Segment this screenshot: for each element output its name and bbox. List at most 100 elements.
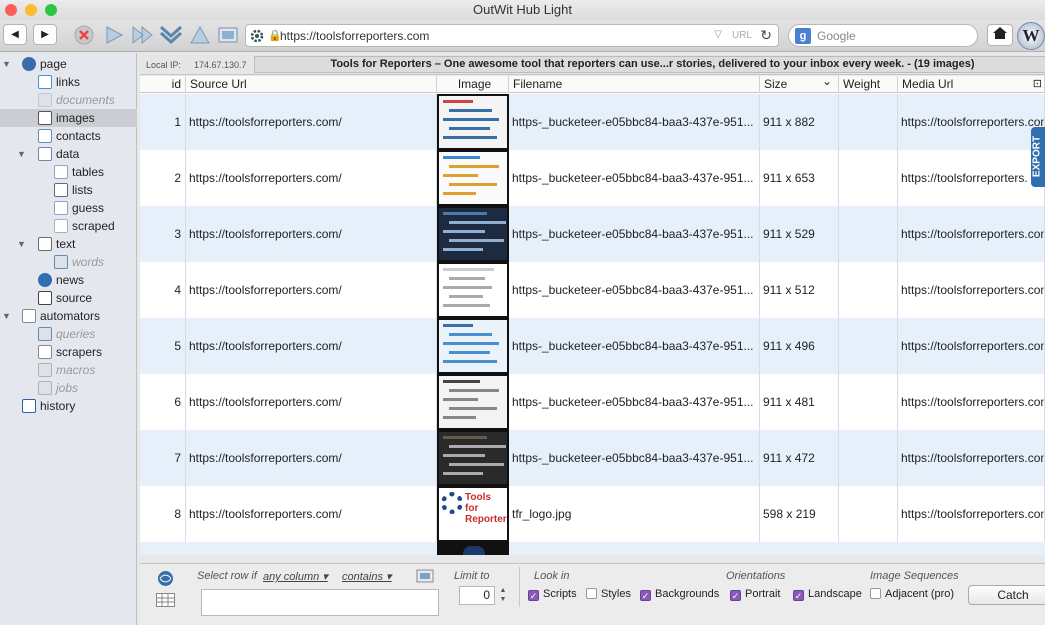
cell-weight — [839, 430, 898, 486]
catch-button[interactable]: Catch — [968, 585, 1045, 605]
google-icon[interactable]: g — [795, 28, 811, 44]
disclosure-triangle-icon[interactable]: ▼ — [17, 235, 26, 253]
back-button[interactable]: ◀ — [3, 24, 27, 45]
image-thumbnail[interactable] — [437, 542, 509, 555]
sidebar-item-automators[interactable]: ▼ automators — [0, 307, 137, 325]
sidebar-item-scrapers[interactable]: scrapers — [0, 343, 137, 361]
column-picker-icon[interactable]: ⊡ — [1033, 76, 1042, 93]
sidebar-item-text[interactable]: ▼ text — [0, 235, 137, 253]
url-dropdown-icon[interactable]: ▽ — [714, 29, 722, 40]
sidebar-item-images[interactable]: images — [0, 109, 137, 127]
checkbox-label: Portrait — [745, 588, 781, 600]
table-row[interactable]: 8 https://toolsforreporters.com/Tools for… — [140, 486, 1045, 542]
disclosure-triangle-icon[interactable]: ▼ — [2, 55, 11, 73]
checkbox-label: Landscape — [808, 588, 862, 600]
sidebar-item-tables[interactable]: tables — [0, 163, 137, 181]
table-row[interactable]: 2 https://toolsforreporters.com/https-_bu… — [140, 150, 1045, 206]
sidebar-item-history[interactable]: history — [0, 397, 137, 415]
zoom-window-button[interactable] — [45, 4, 57, 16]
image-thumbnail[interactable] — [437, 94, 509, 150]
image-thumbnail[interactable] — [437, 150, 509, 206]
stop-icon[interactable] — [74, 25, 94, 45]
fast-forward-icon[interactable] — [131, 25, 155, 45]
header-col-weight[interactable]: Weight — [839, 76, 898, 93]
sidebar-item-guess[interactable]: guess — [0, 199, 137, 217]
table-row[interactable]: 5 https://toolsforreporters.com/https-_bu… — [140, 318, 1045, 374]
sidebar-item-news[interactable]: news — [0, 271, 137, 289]
image-thumbnail[interactable] — [437, 206, 509, 262]
local-ip-label: Local IP: — [146, 60, 182, 70]
image-thumbnail[interactable] — [437, 262, 509, 318]
sidebar-item-contacts[interactable]: contacts — [0, 127, 137, 145]
play-icon[interactable] — [104, 25, 124, 45]
up-icon[interactable] — [189, 25, 211, 45]
gear-icon[interactable] — [250, 29, 264, 43]
table-row[interactable]: 1 https://toolsforreporters.com/https-_bu… — [140, 94, 1045, 150]
close-window-button[interactable] — [5, 4, 17, 16]
header-col-image[interactable]: Image — [437, 76, 509, 93]
limit-stepper[interactable]: ▲ ▼ — [498, 586, 508, 605]
image-thumbnail[interactable] — [437, 374, 509, 430]
checkbox-portrait[interactable]: ✓ Portrait — [730, 587, 780, 601]
disclosure-triangle-icon[interactable]: ▼ — [2, 307, 11, 325]
sidebar-item-jobs[interactable]: jobs — [0, 379, 137, 397]
header-col-source-url[interactable]: Source Url — [186, 76, 437, 93]
table-row[interactable]: 6 https://toolsforreporters.com/https-_bu… — [140, 374, 1045, 430]
sort-arrow-icon[interactable]: ⌄ — [822, 76, 832, 90]
outwit-logo[interactable]: W — [1017, 22, 1045, 50]
url-text[interactable]: https://toolsforreporters.com — [280, 29, 429, 43]
home-button[interactable] — [987, 24, 1013, 46]
table-row[interactable]: 3 https://toolsforreporters.com/https-_bu… — [140, 206, 1045, 262]
header-col-filename[interactable]: Filename — [509, 76, 760, 93]
disclosure-triangle-icon[interactable]: ▼ — [17, 145, 26, 163]
sidebar-item-links[interactable]: links — [0, 73, 137, 91]
slideshow-icon[interactable] — [217, 24, 239, 46]
checkbox-styles[interactable]: Styles — [586, 587, 631, 601]
checkbox-backgrounds[interactable]: ✓ Backgrounds — [640, 587, 719, 601]
sidebar-item-macros[interactable]: macros — [0, 361, 137, 379]
checkbox-box[interactable] — [870, 588, 881, 599]
checkbox-scripts[interactable]: ✓ Scripts — [528, 587, 577, 601]
minimize-window-button[interactable] — [25, 4, 37, 16]
grid-icon[interactable] — [156, 593, 175, 607]
table-row[interactable] — [140, 542, 1045, 555]
select-row-input[interactable] — [201, 589, 439, 616]
checkbox-box[interactable] — [586, 588, 597, 599]
thumb-line — [449, 165, 499, 168]
table-row[interactable]: 4 https://toolsforreporters.com/https-_bu… — [140, 262, 1045, 318]
globe-icon[interactable] — [157, 570, 174, 587]
header-col-media-url[interactable]: Media Url ⊡ — [898, 76, 1045, 93]
url-bar[interactable]: 🔒 https://toolsforreporters.com ▽ URL ↻ — [245, 24, 779, 47]
reload-icon[interactable]: ↻ — [760, 27, 772, 44]
sidebar-item-data[interactable]: ▼ data — [0, 145, 137, 163]
checkbox-landscape[interactable]: ✓ Landscape — [793, 587, 862, 601]
dig-down-icon[interactable] — [159, 24, 183, 46]
image-thumbnail[interactable]: Tools for Reporters — [437, 486, 509, 542]
sidebar-item-scraped[interactable]: scraped — [0, 217, 137, 235]
sidebar-item-queries[interactable]: queries — [0, 325, 137, 343]
header-col-size[interactable]: Size ⌄ — [760, 76, 839, 93]
info-bar: Local IP: 174.67.130.7 Tools for Reporte… — [140, 55, 1045, 75]
checkbox-box[interactable]: ✓ — [528, 590, 539, 601]
search-field[interactable]: g Google — [788, 24, 978, 47]
checkbox-adjacent-pro[interactable]: Adjacent (pro) — [870, 587, 954, 601]
sidebar-item-documents[interactable]: documents — [0, 91, 137, 109]
sidebar-item-source[interactable]: source — [0, 289, 137, 307]
sidebar-item-words[interactable]: words — [0, 253, 137, 271]
header-col-id[interactable]: id — [140, 76, 186, 93]
checkbox-box[interactable]: ✓ — [730, 590, 741, 601]
column-select[interactable]: any column ▾ — [263, 570, 328, 583]
sidebar-item-page[interactable]: ▼ page — [0, 55, 137, 73]
image-thumbnail[interactable] — [437, 318, 509, 374]
document-icon — [38, 93, 52, 107]
image-thumbnail[interactable] — [437, 430, 509, 486]
image-filter-icon[interactable] — [416, 569, 434, 583]
export-tab[interactable]: EXPORT — [1031, 127, 1045, 187]
match-select[interactable]: contains ▾ — [342, 570, 392, 583]
checkbox-box[interactable]: ✓ — [640, 590, 651, 601]
sidebar-item-lists[interactable]: lists — [0, 181, 137, 199]
limit-input[interactable]: 0 — [459, 586, 495, 605]
checkbox-box[interactable]: ✓ — [793, 590, 804, 601]
table-row[interactable]: 7 https://toolsforreporters.com/https-_bu… — [140, 430, 1045, 486]
forward-button[interactable]: ▶ — [33, 24, 57, 45]
